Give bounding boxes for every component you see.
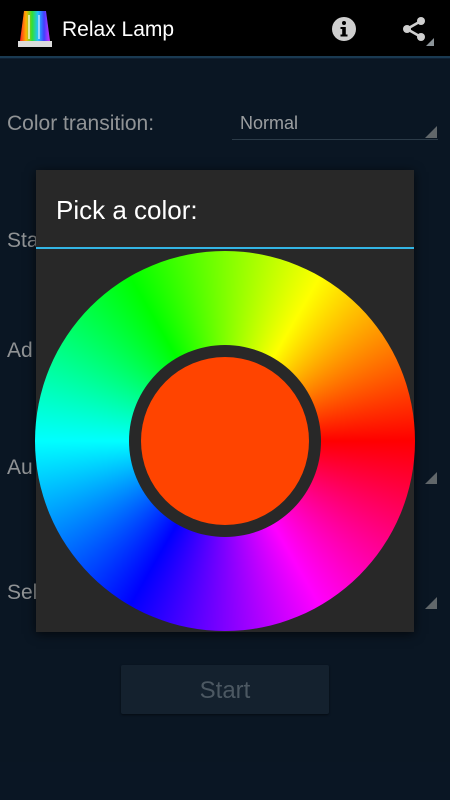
dialog-title: Pick a color: [56, 195, 198, 225]
info-button[interactable] [316, 0, 372, 58]
dialog-title-divider [36, 247, 414, 249]
rainbow-lamp-icon [16, 9, 54, 49]
overflow-corner-icon [426, 38, 434, 46]
color-picker-dialog: Pick a color: [35, 170, 415, 632]
app-title: Relax Lamp [62, 18, 175, 41]
share-button[interactable] [386, 0, 442, 58]
selected-color-preview[interactable] [141, 357, 309, 525]
color-wheel-container [35, 251, 415, 631]
info-icon [332, 17, 356, 41]
color-preview-ring [129, 345, 321, 537]
share-icon [403, 17, 425, 41]
action-bar: Relax Lamp [0, 0, 450, 58]
